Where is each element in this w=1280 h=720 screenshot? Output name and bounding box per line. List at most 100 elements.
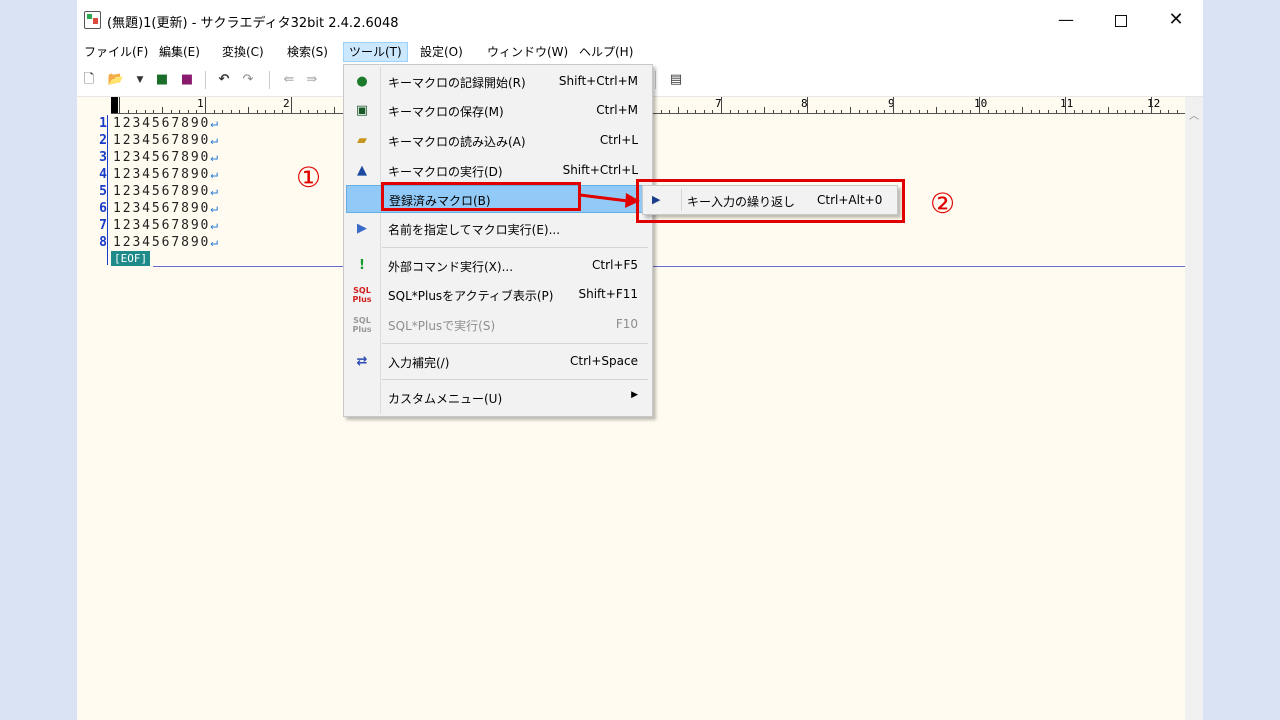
ruler-tick (660, 110, 662, 113)
ruler-tick (1073, 110, 1075, 113)
return-icon: ↵ (210, 167, 219, 182)
ruler-tick (144, 110, 146, 113)
ruler-tick (893, 97, 894, 113)
line-number: 1 (99, 116, 107, 131)
ruler-tick (1151, 97, 1152, 113)
ruler-tick (832, 110, 834, 113)
menu-item-custom-menu[interactable]: カスタムメニュー(U) ▶ (346, 384, 650, 412)
jump-back-icon[interactable]: ⇚ (280, 71, 298, 89)
menu-item-save-macro[interactable]: ▣ キーマクロの保存(M) Ctrl+M (346, 97, 650, 125)
menu-item-shortcut: Shift+F11 (578, 287, 638, 301)
ruler-tick (764, 107, 765, 113)
dropdown-arrow-icon[interactable]: ▼ (131, 71, 149, 89)
menu-window[interactable]: ウィンドウ(W) (482, 42, 573, 62)
redo-icon[interactable]: ↷ (239, 71, 257, 89)
menu-item-record-macro[interactable]: ● キーマクロの記録開始(R) Shift+Ctrl+M (346, 68, 650, 96)
menu-item-named-macro[interactable]: ▶ 名前を指定してマクロ実行(E)... (346, 215, 650, 243)
menu-search[interactable]: 検索(S) (282, 42, 333, 62)
line-text: 1234567890 (113, 150, 211, 165)
ruler-tick (927, 110, 929, 113)
menu-edit[interactable]: 編集(E) (154, 42, 205, 62)
ruler-tick (170, 110, 172, 113)
ruler-tick (703, 110, 705, 113)
eof-underline (153, 266, 1185, 267)
ruler-tick (961, 110, 963, 113)
menu-bar: ファイル(F) 編集(E) 変換(C) 検索(S) ツール(T) 設定(O) ウ… (77, 40, 1203, 63)
menu-settings[interactable]: 設定(O) (415, 42, 468, 62)
save-macro-icon: ▣ (355, 103, 369, 118)
ruler-tick (695, 110, 697, 113)
menu-item-run-macro[interactable]: ▲ キーマクロの実行(D) Shift+Ctrl+L (346, 157, 650, 185)
ruler-tick (187, 110, 189, 113)
jump-forward-icon[interactable]: ⇛ (303, 71, 321, 89)
ruler-tick (1090, 110, 1092, 113)
maximize-button[interactable] (1098, 4, 1144, 36)
eof-marker: [EOF] (111, 251, 151, 266)
menu-item-external-command[interactable]: ! 外部コマンド実行(X)... Ctrl+F5 (346, 252, 650, 280)
toolbar-separator (269, 71, 270, 89)
save-all-icon[interactable]: ■ (178, 71, 196, 89)
ruler-tick (772, 110, 774, 113)
undo-icon[interactable]: ↶ (215, 71, 233, 89)
ruler-tick (686, 110, 688, 113)
window-title: (無題)1(更新) - サクラエディタ32bit 2.4.2.6048 (107, 16, 399, 31)
record-macro-icon: ● (356, 74, 368, 89)
minimize-button[interactable]: — (1043, 4, 1089, 36)
ruler-tick (1082, 110, 1084, 113)
completion-icon: ⇄ (356, 354, 368, 369)
line-text: 1234567890 (113, 218, 211, 233)
ruler-tick (153, 110, 155, 113)
text-line: 1234567890↵ (113, 132, 218, 149)
menu-separator (382, 247, 648, 248)
ruler-tick (807, 97, 808, 113)
ruler-tick (738, 110, 740, 113)
menu-item-sqlplus-active[interactable]: SQL Plus SQL*Plusをアクティブ表示(P) Shift+F11 (346, 281, 650, 309)
ruler-tick (789, 110, 791, 113)
menu-item-shortcut: Shift+Ctrl+L (562, 163, 638, 177)
ruler-tick (721, 97, 722, 113)
ruler-tick (996, 110, 998, 113)
menu-convert[interactable]: 変換(C) (217, 42, 269, 62)
ruler-tick (1047, 110, 1049, 113)
menu-item-label: キーマクロの記録開始(R) (388, 76, 526, 90)
toolbar-separator (205, 71, 206, 89)
menu-file[interactable]: ファイル(F) (79, 42, 153, 62)
ruler-tick (936, 107, 937, 113)
ruler-tick (755, 110, 757, 113)
menu-item-shortcut: Ctrl+F5 (592, 258, 638, 272)
ruler-tick (970, 110, 972, 113)
text-line: 1234567890↵ (113, 115, 218, 132)
ruler-tick (136, 110, 138, 113)
line-number: 5 (99, 184, 107, 199)
menu-item-completion[interactable]: ⇄ 入力補完(/) Ctrl+Space (346, 348, 650, 376)
vertical-scrollbar[interactable]: ︿ (1185, 97, 1203, 720)
close-button[interactable]: ✕ (1153, 4, 1199, 36)
text-line: 1234567890↵ (113, 149, 218, 166)
save-icon[interactable]: ■ (153, 71, 171, 89)
scroll-up-icon[interactable]: ︿ (1185, 107, 1203, 122)
ruler-tick (824, 110, 826, 113)
new-file-icon[interactable]: 🗋 (80, 71, 98, 89)
open-folder-icon[interactable]: 📂 (107, 71, 125, 89)
ruler-tick (239, 110, 241, 113)
menu-item-sqlplus-run[interactable]: SQL Plus SQL*Plusで実行(S) F10 (346, 311, 650, 339)
named-macro-icon: ▶ (357, 221, 367, 236)
ruler-number: 1 (197, 97, 204, 110)
line-text: 1234567890 (113, 167, 211, 182)
ruler-tick (1013, 110, 1015, 113)
ruler-tick (119, 97, 120, 113)
return-icon: ↵ (210, 235, 219, 250)
return-icon: ↵ (210, 201, 219, 216)
menu-item-load-macro[interactable]: ▰ キーマクロの読み込み(A) Ctrl+L (346, 127, 650, 155)
menu-tools[interactable]: ツール(T) (343, 42, 408, 62)
annotation-arrow (579, 193, 640, 208)
ruler-tick (205, 97, 206, 113)
ruler-tick (953, 110, 955, 113)
ruler-tick (213, 110, 215, 113)
menu-item-shortcut: Shift+Ctrl+M (558, 74, 638, 88)
window-list-icon[interactable]: ▤ (667, 71, 685, 89)
menu-help[interactable]: ヘルプ(H) (574, 42, 638, 62)
ruler-tick (884, 110, 886, 113)
menu-separator (382, 379, 648, 380)
sqlplus-active-icon: SQL Plus (352, 286, 372, 304)
